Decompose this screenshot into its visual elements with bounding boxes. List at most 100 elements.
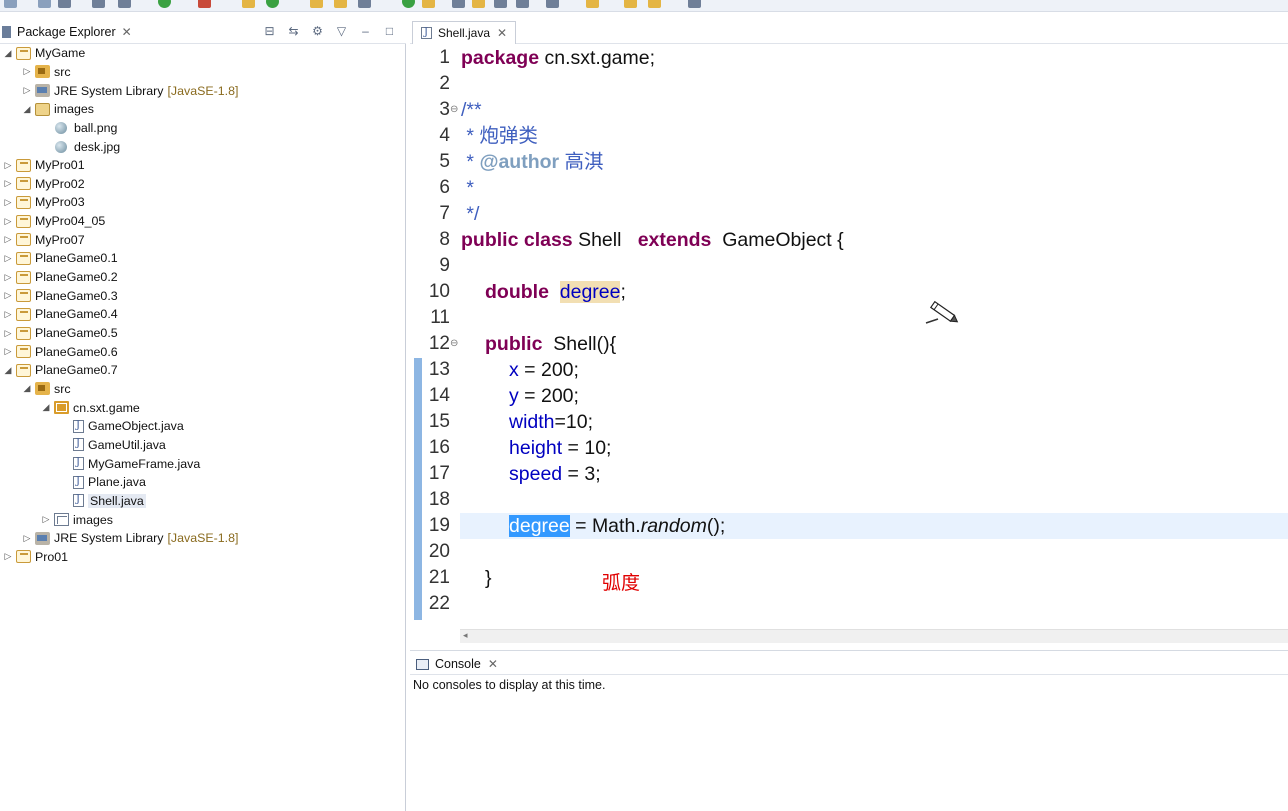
collapsed-arrow-icon[interactable]: ▷: [3, 216, 13, 227]
line-number: 3: [439, 99, 450, 120]
new-icon[interactable]: [4, 0, 17, 8]
code-area[interactable]: 1 package cn.sxt.game; 2 3 ⊖/** 4 * 炮弹类 5 …: [410, 45, 1288, 628]
tree-item[interactable]: ball.png: [41, 119, 117, 138]
collapsed-arrow-icon[interactable]: ▷: [3, 309, 13, 320]
view-menu-icon[interactable]: ▽: [335, 24, 348, 38]
tree-item[interactable]: ▷ PlaneGame0.3: [3, 286, 118, 305]
tree-item[interactable]: ▷ MyPro04_05: [3, 212, 106, 231]
run-icon[interactable]: [158, 0, 171, 8]
collapsed-arrow-icon[interactable]: ▷: [3, 197, 13, 208]
open-resource-icon[interactable]: [334, 0, 347, 8]
save-icon[interactable]: [38, 0, 51, 8]
fold-icon[interactable]: ⊖: [450, 331, 458, 357]
tree-item-label: MyPro07: [35, 232, 85, 247]
collapsed-arrow-icon[interactable]: ▷: [3, 551, 13, 562]
tree-item[interactable]: ▷ images: [41, 510, 113, 529]
tree-item[interactable]: GameObject.java: [60, 417, 184, 436]
collapsed-arrow-icon[interactable]: ▷: [22, 66, 32, 77]
tree-item[interactable]: ▷ PlaneGame0.6: [3, 342, 118, 361]
tree-item[interactable]: desk.jpg: [41, 137, 120, 156]
debug-icon[interactable]: [118, 0, 131, 8]
close-icon[interactable]: ✕: [122, 25, 132, 39]
collapsed-arrow-icon[interactable]: ▷: [3, 346, 13, 357]
collapsed-arrow-icon[interactable]: ▷: [3, 290, 13, 301]
last-edit-icon[interactable]: [546, 0, 559, 8]
expanded-arrow-icon[interactable]: ◢: [22, 104, 32, 115]
tree-item[interactable]: ▷ MyPro02: [3, 175, 85, 194]
collapsed-arrow-icon[interactable]: ▷: [22, 533, 32, 544]
tree-item[interactable]: ▷ MyPro01: [3, 156, 85, 175]
tree-item[interactable]: ▷ JRE System Library [JavaSE-1.8]: [22, 529, 239, 548]
tab-shell-java[interactable]: Shell.java ✕: [412, 21, 517, 44]
new-class-icon[interactable]: [266, 0, 279, 8]
console-icon: [416, 658, 429, 670]
field: height: [509, 437, 563, 459]
maximize-icon[interactable]: □: [383, 24, 396, 38]
collapsed-arrow-icon[interactable]: ▷: [3, 328, 13, 339]
tab-package-explorer[interactable]: Package Explorer ✕: [2, 21, 132, 43]
expanded-arrow-icon[interactable]: ◢: [3, 48, 13, 59]
tree-item[interactable]: GameUtil.java: [60, 436, 166, 455]
tree-item[interactable]: Plane.java: [60, 473, 146, 492]
javadoc-tag: @author: [479, 151, 560, 173]
pin-icon[interactable]: [452, 0, 465, 8]
forward-history-icon[interactable]: [648, 0, 661, 8]
tree-item[interactable]: ◢ MyGame: [3, 44, 86, 63]
expanded-arrow-icon[interactable]: ◢: [41, 402, 51, 413]
back-icon[interactable]: [586, 0, 599, 8]
tree-item[interactable]: ▷ MyPro07: [3, 231, 85, 250]
close-icon[interactable]: ✕: [497, 26, 507, 40]
search-icon[interactable]: [92, 0, 105, 8]
fold-icon[interactable]: ⊖: [450, 97, 458, 123]
link-with-editor-icon[interactable]: ⇆: [287, 24, 300, 38]
tree-item[interactable]: ▷ PlaneGame0.2: [3, 268, 118, 287]
collapsed-arrow-icon[interactable]: ▷: [3, 253, 13, 264]
collapsed-arrow-icon[interactable]: ▷: [22, 85, 32, 96]
collapsed-arrow-icon[interactable]: ▷: [3, 234, 13, 245]
tree-item[interactable]: ◢ src: [22, 380, 71, 399]
code-line: 21}: [410, 565, 1288, 591]
tree-item[interactable]: Shell.java: [60, 492, 146, 511]
console-view: Console ✕ No consoles to display at this…: [410, 650, 1288, 811]
block-selection-icon[interactable]: [472, 0, 485, 8]
close-icon[interactable]: ✕: [488, 657, 498, 671]
collapse-all-icon[interactable]: ⊟: [263, 24, 276, 38]
tree-item[interactable]: ◢ cn.sxt.game: [41, 398, 140, 417]
back-history-icon[interactable]: [624, 0, 637, 8]
project-icon: [16, 363, 31, 377]
open-type-icon[interactable]: [310, 0, 323, 8]
tree-item[interactable]: ▷ PlaneGame0.4: [3, 305, 118, 324]
forward-icon[interactable]: [688, 0, 701, 8]
show-whitespace-icon[interactable]: [494, 0, 507, 8]
horizontal-scrollbar[interactable]: ◂: [460, 629, 1288, 643]
focus-icon[interactable]: ⚙: [311, 24, 324, 38]
minimize-icon[interactable]: –: [359, 24, 372, 38]
tree-item[interactable]: ▷ MyPro03: [3, 193, 85, 212]
collapsed-arrow-icon[interactable]: ▷: [3, 160, 13, 171]
search-tool-icon[interactable]: [358, 0, 371, 8]
tree-item[interactable]: ▷ PlaneGame0.5: [3, 324, 118, 343]
collapsed-arrow-icon[interactable]: ▷: [3, 178, 13, 189]
expanded-arrow-icon[interactable]: ◢: [22, 383, 32, 394]
toggle-mark-icon[interactable]: [422, 0, 435, 8]
tree-item[interactable]: ▷ src: [22, 63, 71, 82]
project-icon: [16, 195, 31, 209]
collapsed-arrow-icon[interactable]: ▷: [3, 272, 13, 283]
next-annotation-icon[interactable]: [402, 0, 415, 8]
tree-item[interactable]: ▷ JRE System Library [JavaSE-1.8]: [22, 81, 239, 100]
scroll-left-icon[interactable]: ◂: [463, 630, 468, 641]
code-text: = 200;: [518, 359, 579, 381]
tree-item[interactable]: MyGameFrame.java: [60, 454, 200, 473]
keyword: double: [485, 281, 549, 303]
new-package-icon[interactable]: [242, 0, 255, 8]
word-wrap-icon[interactable]: [516, 0, 529, 8]
tree-item[interactable]: ◢ images: [22, 100, 94, 119]
tree-item[interactable]: ▷ Pro01: [3, 548, 69, 567]
save-all-icon[interactable]: [58, 0, 71, 8]
expanded-arrow-icon[interactable]: ◢: [3, 365, 13, 376]
collapsed-arrow-icon[interactable]: ▷: [41, 514, 51, 525]
tree-item[interactable]: ▷ PlaneGame0.1: [3, 249, 118, 268]
tree-item[interactable]: ◢ PlaneGame0.7: [3, 361, 118, 380]
external-tools-icon[interactable]: [198, 0, 211, 8]
tab-console[interactable]: Console ✕: [416, 654, 498, 674]
